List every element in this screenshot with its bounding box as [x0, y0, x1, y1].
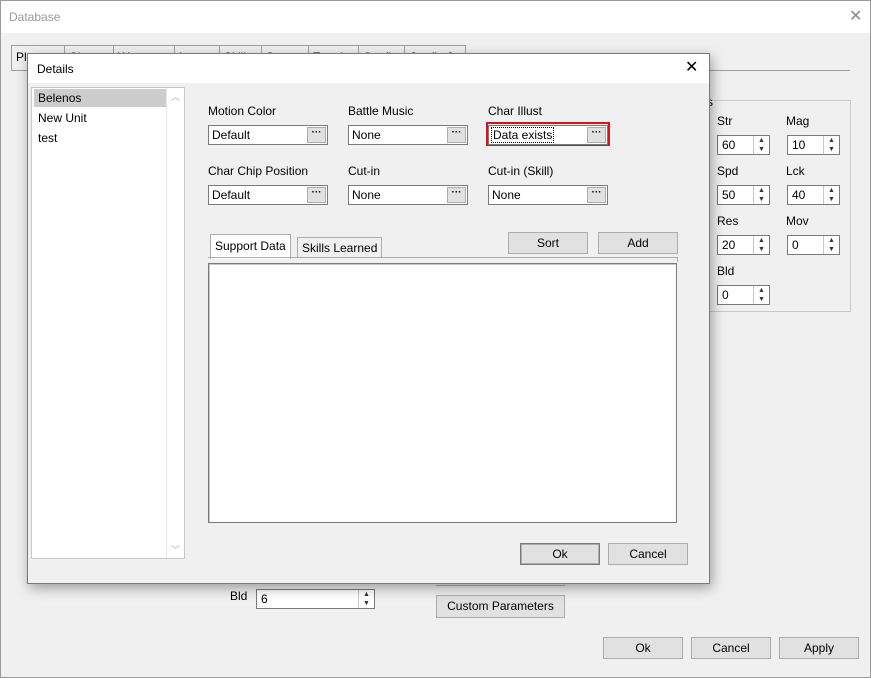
stat-label-mov: Mov	[786, 214, 809, 228]
database-title-bar: Database ✕	[1, 1, 870, 33]
cut-in-skill-field[interactable]: None ···	[488, 185, 608, 205]
ellipsis-icon[interactable]: ···	[587, 187, 606, 203]
hidden-button-edge	[436, 585, 565, 588]
stat-value-mag: 10	[792, 138, 806, 152]
spin-arrows-icon[interactable]: ▲ ▼	[823, 136, 839, 154]
stat-label-mag: Mag	[786, 114, 810, 128]
tab-page-border	[208, 257, 678, 262]
ellipsis-icon[interactable]: ···	[587, 127, 606, 143]
spin-arrows-icon[interactable]: ▲ ▼	[823, 186, 839, 204]
spin-arrows-icon[interactable]: ▲ ▼	[753, 286, 769, 304]
char-chip-position-field[interactable]: Default ···	[208, 185, 328, 205]
outer-cancel-button[interactable]: Cancel	[691, 637, 771, 659]
stat-value-str: 60	[722, 138, 736, 152]
outer-ok-button[interactable]: Ok	[603, 637, 683, 659]
stat-spin-mov[interactable]: 0 ▲ ▼	[787, 235, 840, 255]
motion-color-value: Default	[212, 128, 251, 142]
details-title: Details	[37, 62, 74, 76]
cut-in-label: Cut-in	[348, 164, 381, 178]
spin-arrows-icon[interactable]: ▲ ▼	[358, 590, 374, 608]
stat-label-res: Res	[717, 214, 739, 228]
ellipsis-icon[interactable]: ···	[307, 187, 326, 203]
details-dialog: Details ✕ Belenos New Unit test ︿ ﹀ Moti…	[27, 53, 710, 584]
char-illust-label: Char Illust	[488, 104, 543, 118]
cut-in-skill-value: None	[492, 188, 521, 202]
tab-skills-learned[interactable]: Skills Learned	[297, 237, 383, 258]
stat-value-res: 20	[722, 238, 736, 252]
stat-spin-str[interactable]: 60 ▲ ▼	[717, 135, 770, 155]
tab-support-data[interactable]: Support Data	[210, 234, 291, 259]
cut-in-field[interactable]: None ···	[348, 185, 468, 205]
bld-spin[interactable]: 6 ▲ ▼	[256, 589, 375, 609]
unit-list-item[interactable]: test	[34, 129, 172, 147]
support-data-list[interactable]	[208, 263, 677, 523]
sort-button[interactable]: Sort	[508, 232, 588, 254]
stat-spin-bld[interactable]: 0 ▲ ▼	[717, 285, 770, 305]
spin-arrows-icon[interactable]: ▲ ▼	[753, 236, 769, 254]
stat-spin-spd[interactable]: 50 ▲ ▼	[717, 185, 770, 205]
bld-label: Bld	[230, 589, 248, 603]
stat-label-spd: Spd	[717, 164, 739, 178]
stat-spin-res[interactable]: 20 ▲ ▼	[717, 235, 770, 255]
spin-arrows-icon[interactable]: ▲ ▼	[823, 236, 839, 254]
spin-arrows-icon[interactable]: ▲ ▼	[753, 136, 769, 154]
bld-value: 6	[261, 592, 268, 606]
stat-value-lck: 40	[792, 188, 806, 202]
stat-label-bld: Bld	[717, 264, 735, 278]
unit-list-scrollbar[interactable]: ︿ ﹀	[166, 88, 184, 558]
stat-label-lck: Lck	[786, 164, 805, 178]
ellipsis-icon[interactable]: ···	[447, 127, 466, 143]
cut-in-skill-label: Cut-in (Skill)	[488, 164, 554, 178]
battle-music-value: None	[352, 128, 381, 142]
details-title-bar: Details ✕	[28, 54, 709, 83]
battle-music-field[interactable]: None ···	[348, 125, 468, 145]
dialog-cancel-button[interactable]: Cancel	[608, 543, 688, 565]
stat-value-bld: 0	[722, 288, 729, 302]
stat-label-str: Str	[717, 114, 733, 128]
spin-arrows-icon[interactable]: ▲ ▼	[753, 186, 769, 204]
unit-list-item[interactable]: Belenos	[34, 89, 172, 107]
stat-value-mov: 0	[792, 238, 799, 252]
unit-list-item[interactable]: New Unit	[34, 109, 172, 127]
close-icon[interactable]: ✕	[685, 60, 698, 76]
char-illust-field[interactable]: Data exists ···	[488, 125, 608, 145]
stat-spin-lck[interactable]: 40 ▲ ▼	[787, 185, 840, 205]
ellipsis-icon[interactable]: ···	[307, 127, 326, 143]
motion-color-label: Motion Color	[208, 104, 277, 118]
close-icon[interactable]: ✕	[849, 9, 862, 25]
char-illust-value: Data exists	[490, 127, 555, 143]
scroll-up-icon[interactable]: ︿	[167, 90, 184, 103]
unit-list[interactable]: Belenos New Unit test ︿ ﹀	[31, 87, 185, 559]
char-chip-position-label: Char Chip Position	[208, 164, 309, 178]
char-chip-position-value: Default	[212, 188, 251, 202]
add-button[interactable]: Add	[598, 232, 678, 254]
stat-spin-mag[interactable]: 10 ▲ ▼	[787, 135, 840, 155]
database-title: Database	[9, 10, 61, 24]
apply-button[interactable]: Apply	[779, 637, 859, 659]
dialog-ok-button[interactable]: Ok	[520, 543, 600, 565]
cut-in-value: None	[352, 188, 381, 202]
scroll-down-icon[interactable]: ﹀	[167, 543, 184, 556]
custom-parameters-button[interactable]: Custom Parameters	[436, 595, 565, 618]
ellipsis-icon[interactable]: ···	[447, 187, 466, 203]
stat-value-spd: 50	[722, 188, 736, 202]
motion-color-field[interactable]: Default ···	[208, 125, 328, 145]
stats-group: s Str 60 ▲ ▼ Mag 10 ▲ ▼ Spd 50 ▲ ▼ Lck 40 ▲…	[706, 95, 851, 312]
battle-music-label: Battle Music	[348, 104, 414, 118]
